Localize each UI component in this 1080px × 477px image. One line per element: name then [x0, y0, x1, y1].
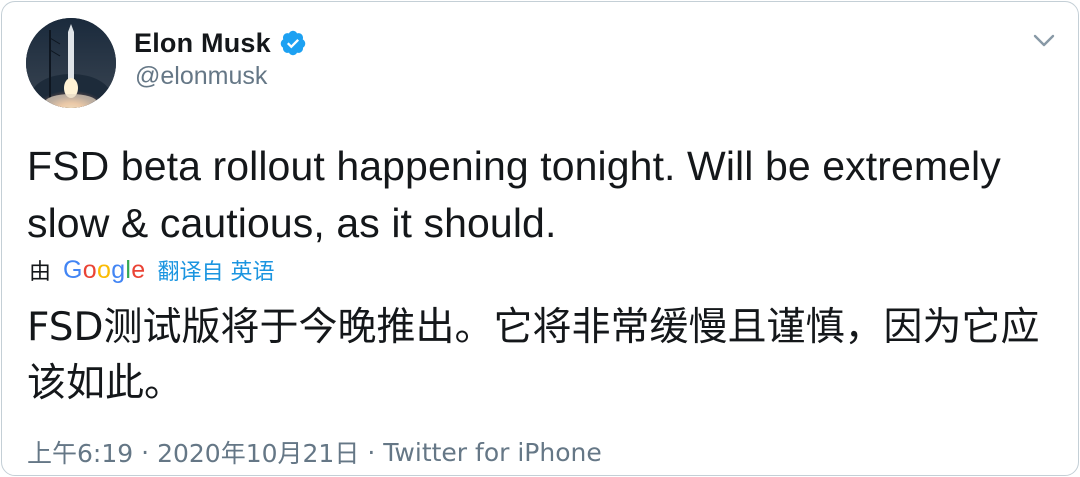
google-letter: o [96, 255, 112, 284]
tweet-menu-button[interactable] [1024, 24, 1064, 58]
tweet-time[interactable]: 上午6:19 [27, 434, 133, 470]
author-name-row: Elon Musk [134, 24, 307, 62]
display-name[interactable]: Elon Musk [134, 28, 271, 59]
avatar[interactable] [26, 18, 116, 108]
meta-separator: · [141, 437, 150, 467]
google-letter: g [111, 255, 126, 284]
author-handle[interactable]: @elonmusk [135, 62, 267, 91]
google-logo: Google [63, 256, 145, 285]
tweet-source-link[interactable]: Twitter for iPhone [383, 438, 601, 467]
chevron-down-icon [1033, 34, 1055, 47]
google-letter: e [131, 255, 146, 284]
translation-attribution: 由 Google 翻译自 英语 [29, 254, 275, 286]
tweet-meta: 上午6:19 · 2020年10月21日 · Twitter for iPhon… [27, 434, 602, 470]
google-letter: o [82, 255, 97, 284]
translated-from-link[interactable]: 翻译自 英语 [158, 254, 275, 286]
google-letter: G [63, 255, 83, 284]
meta-separator: · [367, 437, 376, 467]
tweet-card: Elon Musk @elonmusk FSD beta rollout hap… [1, 1, 1079, 476]
tweet-text: FSD beta rollout happening tonight. Will… [27, 143, 1001, 246]
translation-prefix: 由 [29, 260, 52, 285]
rocket-launch-avatar-icon [26, 18, 116, 108]
verified-badge-icon [279, 29, 307, 57]
translated-tweet-text: FSD测试版将于今晚推出。它将非常缓慢且谨慎，因为它应该如此。 [27, 305, 1040, 406]
tweet-date[interactable]: 2020年10月21日 [157, 434, 359, 470]
